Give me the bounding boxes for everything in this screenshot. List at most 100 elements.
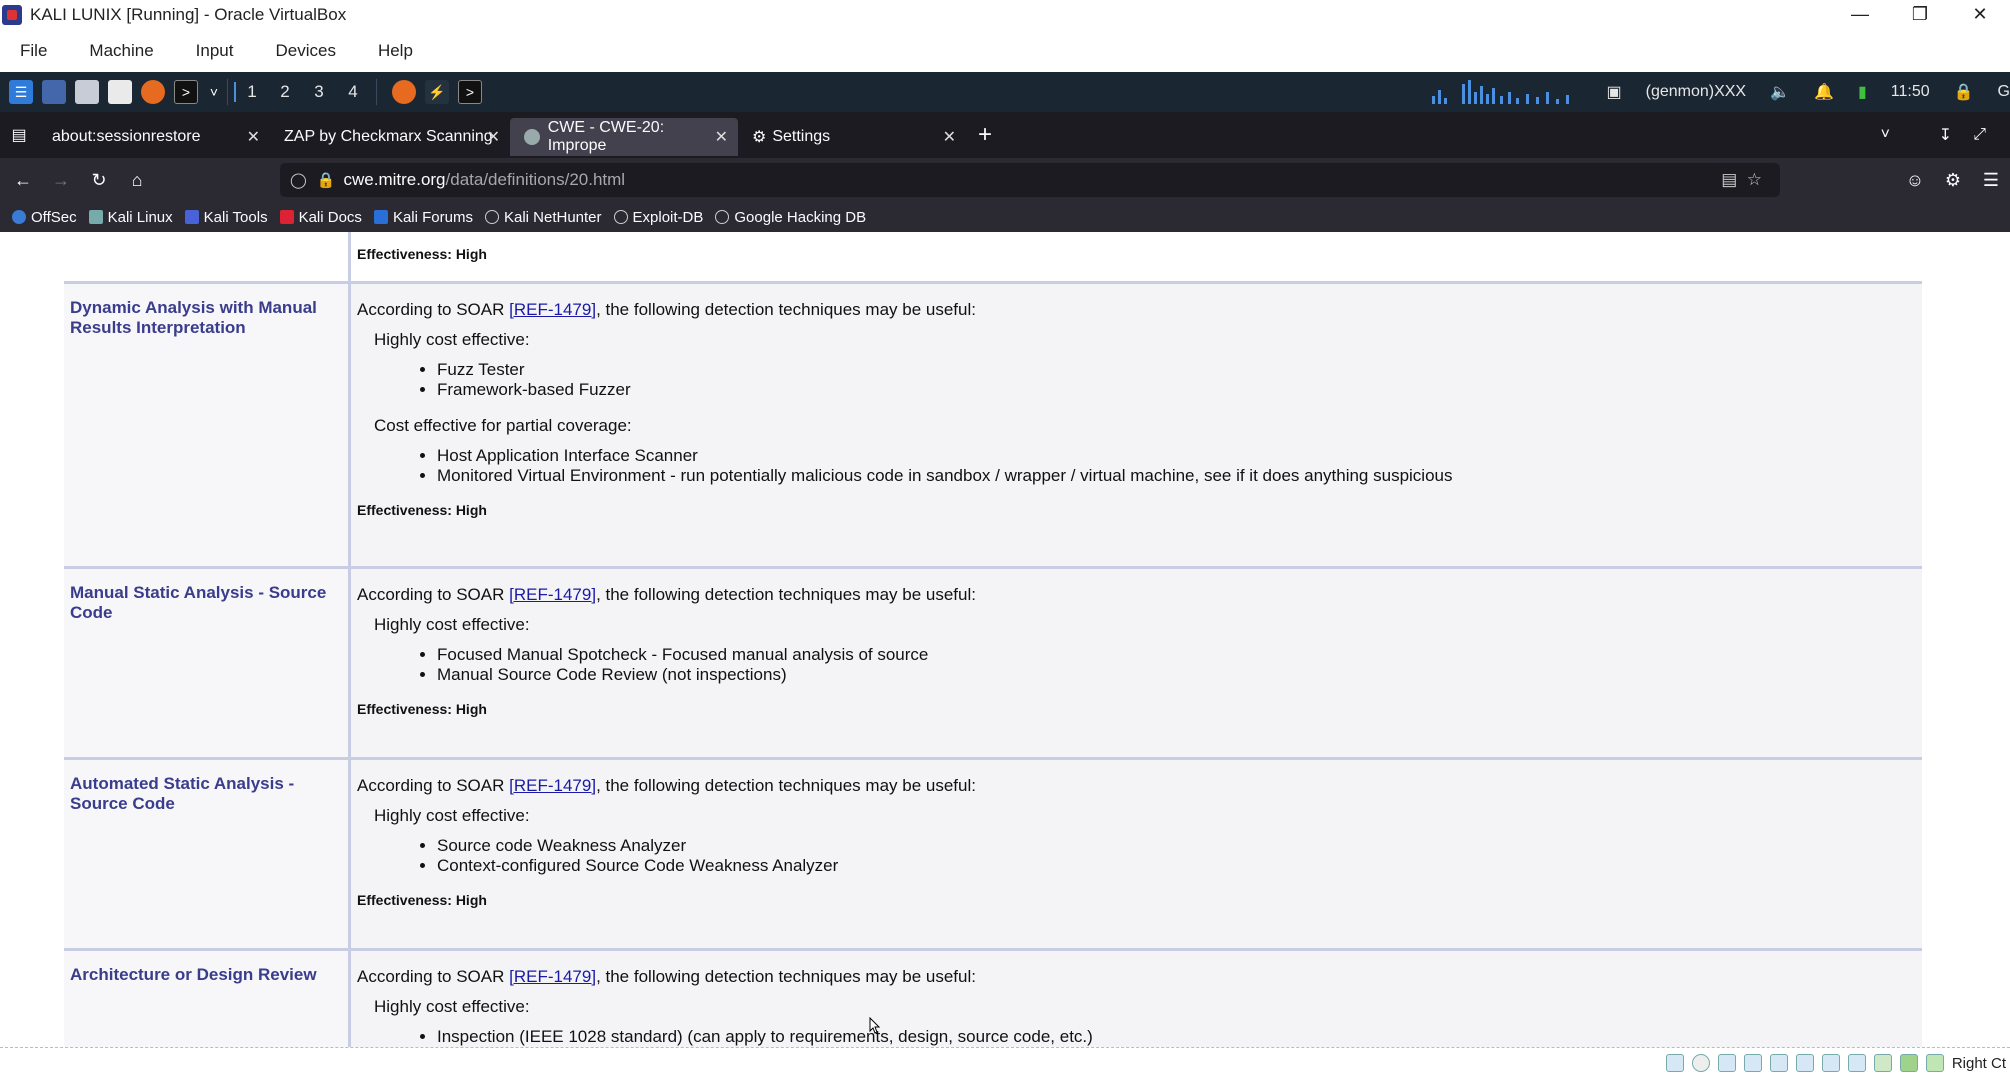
kali-menu-icon[interactable]: ☰ bbox=[9, 80, 33, 104]
terminal-task-icon[interactable]: > bbox=[458, 80, 482, 104]
bookmark-kali-docs[interactable]: Kali Docs bbox=[279, 209, 362, 226]
host-key-icon[interactable] bbox=[1925, 1054, 1944, 1072]
tab-label: CWE - CWE-20: Imprope bbox=[547, 119, 665, 154]
tab-list-icon[interactable]: ▤ bbox=[0, 125, 38, 145]
desktop-icon[interactable] bbox=[42, 80, 66, 104]
panel-right-area: ▣ (genmon)XXX 🔈 🔔 ▮ 11:50 🔒 G bbox=[1422, 72, 2010, 112]
menu-input[interactable]: Input bbox=[176, 41, 234, 61]
method-desc-cell: According to SOAR [REF-1479], the follow… bbox=[351, 569, 1922, 757]
close-icon[interactable]: ✕ bbox=[943, 127, 956, 147]
bookmark-kali-forums[interactable]: Kali Forums bbox=[373, 209, 473, 226]
bookmark-offsec[interactable]: OffSec bbox=[12, 209, 77, 226]
ref-link[interactable]: [REF-1479] bbox=[509, 776, 596, 795]
cpu-activity-icon[interactable] bbox=[1899, 1054, 1918, 1072]
shared-folders-icon[interactable] bbox=[1795, 1054, 1814, 1072]
menu-file[interactable]: File bbox=[0, 41, 47, 61]
zap-task-icon[interactable]: ⚡ bbox=[425, 80, 449, 104]
minimize-button[interactable]: — bbox=[1830, 0, 1890, 29]
power-icon[interactable]: G bbox=[1998, 83, 2010, 101]
menu-hamburger-icon[interactable]: ☰ bbox=[1972, 170, 2010, 191]
detection-intro: According to SOAR [REF-1479], the follow… bbox=[357, 585, 976, 604]
tab-label: ZAP by Checkmarx Scanning bbox=[284, 128, 493, 145]
monitor-icon[interactable]: ▣ bbox=[1606, 82, 1621, 102]
display-icon[interactable] bbox=[1821, 1054, 1840, 1072]
reader-and-bookmark-icons[interactable]: ▤ ☆ bbox=[1721, 170, 1762, 190]
mouse-integration-icon[interactable] bbox=[1873, 1054, 1892, 1072]
network-icon[interactable] bbox=[1743, 1054, 1762, 1072]
notification-bell-icon[interactable]: 🔔 bbox=[1814, 82, 1834, 102]
close-icon[interactable]: ✕ bbox=[247, 127, 260, 147]
lock-icon[interactable]: 🔒 bbox=[317, 171, 336, 189]
volume-icon[interactable]: 🔈 bbox=[1770, 82, 1790, 102]
home-icon[interactable]: ⌂ bbox=[118, 170, 156, 191]
gear-icon: ⚙ bbox=[752, 129, 767, 146]
url-bar[interactable]: ◯ 🔒 cwe.mitre.org/data/definitions/20.ht… bbox=[280, 163, 1780, 197]
menu-devices[interactable]: Devices bbox=[255, 41, 335, 61]
close-icon[interactable]: ✕ bbox=[715, 127, 728, 147]
chevron-down-icon[interactable]: ˅ bbox=[207, 80, 221, 104]
close-window-button[interactable]: ✕ bbox=[1950, 0, 2010, 29]
browser-tab-bar: ▤ about:sessionrestore ✕ ZAP by Checkmar… bbox=[0, 112, 2010, 158]
bookmark-kali-nethunter[interactable]: Kali NetHunter bbox=[484, 209, 602, 226]
list-item: Fuzz Tester bbox=[437, 360, 1916, 380]
usb-icon[interactable] bbox=[1769, 1054, 1788, 1072]
text-editor-icon[interactable] bbox=[108, 80, 132, 104]
recording-icon[interactable] bbox=[1847, 1054, 1866, 1072]
list-item: Source code Weakness Analyzer bbox=[437, 836, 1916, 856]
download-icon[interactable]: ↧ bbox=[1939, 125, 1952, 145]
method-desc-cell: According to SOAR [REF-1479], the follow… bbox=[351, 284, 1922, 566]
bookmark-kali-tools[interactable]: Kali Tools bbox=[184, 209, 268, 226]
new-tab-button[interactable]: + bbox=[978, 121, 992, 149]
menu-machine[interactable]: Machine bbox=[69, 41, 153, 61]
workspace-1[interactable]: 1 bbox=[234, 82, 268, 102]
method-desc-cell: According to SOAR [REF-1479], the follow… bbox=[351, 951, 1922, 1047]
menu-help[interactable]: Help bbox=[358, 41, 413, 61]
firefox-task-icon[interactable] bbox=[392, 80, 416, 104]
effectiveness-label: Effectiveness: High bbox=[357, 892, 487, 908]
battery-icon[interactable]: ▮ bbox=[1858, 82, 1867, 102]
tab-list-chevron-icon[interactable]: ˅ bbox=[1881, 126, 1890, 144]
tab-settings[interactable]: ⚙ Settings ✕ bbox=[738, 118, 966, 156]
close-icon[interactable]: ✕ bbox=[487, 127, 500, 147]
method-name-cell bbox=[64, 232, 351, 281]
browser-nav-bar: ← → ↻ ⌂ ◯ 🔒 cwe.mitre.org/data/definitio… bbox=[0, 158, 2010, 202]
effectiveness-label: Effectiveness: High bbox=[357, 502, 487, 518]
fullscreen-icon[interactable]: ⤢ bbox=[1973, 126, 1986, 144]
bookmark-exploit-db[interactable]: Exploit-DB bbox=[613, 209, 703, 226]
ref-link[interactable]: [REF-1479] bbox=[509, 967, 596, 986]
bookmark-kali-linux[interactable]: Kali Linux bbox=[88, 209, 173, 226]
file-manager-icon[interactable] bbox=[75, 80, 99, 104]
kali-docs-icon bbox=[279, 210, 294, 224]
window-title: KALI LUNIX [Running] - Oracle VirtualBox bbox=[30, 4, 347, 24]
workspace-3[interactable]: 3 bbox=[302, 82, 336, 102]
tab-cwe[interactable]: CWE - CWE-20: Imprope ✕ bbox=[510, 118, 738, 156]
account-icon[interactable]: ☺ bbox=[1896, 170, 1934, 191]
list-item: Context-configured Source Code Weakness … bbox=[437, 856, 1916, 876]
firefox-launcher-icon[interactable] bbox=[141, 80, 165, 104]
shield-icon[interactable]: ◯ bbox=[290, 171, 307, 189]
effectiveness-label: Effectiveness: High bbox=[357, 701, 487, 717]
bookmarks-bar: OffSec Kali Linux Kali Tools Kali Docs K… bbox=[0, 202, 2010, 232]
reload-icon[interactable]: ↻ bbox=[80, 170, 118, 191]
lock-icon[interactable]: 🔒 bbox=[1954, 82, 1974, 102]
vbox-menubar: File Machine Input Devices Help bbox=[0, 29, 2010, 72]
optical-drive-icon[interactable] bbox=[1691, 1054, 1710, 1072]
restore-button[interactable]: ❐ bbox=[1890, 0, 1950, 29]
audio-icon[interactable] bbox=[1717, 1054, 1736, 1072]
workspace-2[interactable]: 2 bbox=[268, 82, 302, 102]
tab-sessionrestore[interactable]: about:sessionrestore ✕ bbox=[38, 118, 270, 156]
ref-link[interactable]: [REF-1479] bbox=[509, 585, 596, 604]
hard-disk-icon[interactable] bbox=[1665, 1054, 1684, 1072]
ref-link[interactable]: [REF-1479] bbox=[509, 300, 596, 319]
back-arrow-icon[interactable]: ← bbox=[4, 170, 42, 191]
panel-clock[interactable]: 11:50 bbox=[1891, 83, 1930, 101]
extensions-icon[interactable]: ⚙ bbox=[1934, 170, 1972, 191]
globe-icon bbox=[613, 210, 628, 224]
group-heading: Cost effective for partial coverage: bbox=[374, 416, 632, 435]
tab-zap[interactable]: ZAP by Checkmarx Scanning ✕ bbox=[270, 118, 510, 156]
table-row: Automated Static Analysis - Source Code … bbox=[64, 760, 1922, 951]
workspace-4[interactable]: 4 bbox=[336, 82, 370, 102]
bookmark-google-hacking-db[interactable]: Google Hacking DB bbox=[715, 209, 866, 226]
forward-arrow-icon[interactable]: → bbox=[42, 170, 80, 191]
terminal-launcher-icon[interactable]: > bbox=[174, 80, 198, 104]
